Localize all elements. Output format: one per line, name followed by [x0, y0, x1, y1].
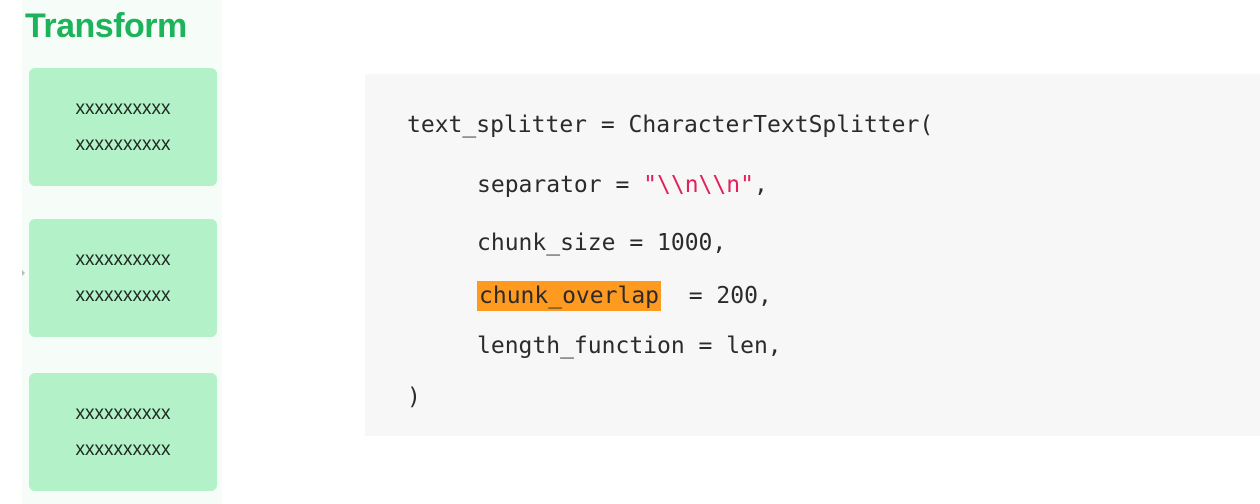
transform-title: Transform	[25, 7, 187, 45]
code-line-close-paren: )	[407, 384, 421, 410]
separator-comma: ,	[753, 172, 768, 198]
chunk-2-line-2: xxxxxxxxxx	[75, 285, 171, 306]
text-chunk-3: xxxxxxxxxx xxxxxxxxxx	[29, 373, 217, 491]
chunk-1-line-1: xxxxxxxxxx	[75, 98, 171, 119]
chunk-overlap-highlight: chunk_overlap	[477, 281, 662, 311]
code-line-chunk-size: chunk_size = 1000,	[477, 230, 727, 256]
separator-param: separator =	[477, 172, 644, 198]
code-block: text_splitter = CharacterTextSplitter( s…	[365, 74, 1260, 436]
code-line-length-function: length_function = len,	[477, 333, 782, 359]
code-line-chunk-overlap: chunk_overlap = 200,	[477, 279, 772, 313]
chunk-3-line-1: xxxxxxxxxx	[75, 403, 171, 424]
code-line-splitter-call: text_splitter = CharacterTextSplitter(	[407, 112, 934, 138]
chunk-3-line-2: xxxxxxxxxx	[75, 439, 171, 460]
text-chunk-2: xxxxxxxxxx xxxxxxxxxx	[29, 219, 217, 337]
chunk-2-line-1: xxxxxxxxxx	[75, 249, 171, 270]
code-line-separator: separator = "\\n\\n",	[477, 168, 768, 202]
chunk-overlap-value: = 200,	[661, 283, 772, 309]
separator-string: "\\n\\n"	[643, 172, 754, 198]
text-chunk-1: xxxxxxxxxx xxxxxxxxxx	[29, 68, 217, 186]
chunk-1-line-2: xxxxxxxxxx	[75, 134, 171, 155]
collapse-arrow-icon	[22, 270, 25, 276]
